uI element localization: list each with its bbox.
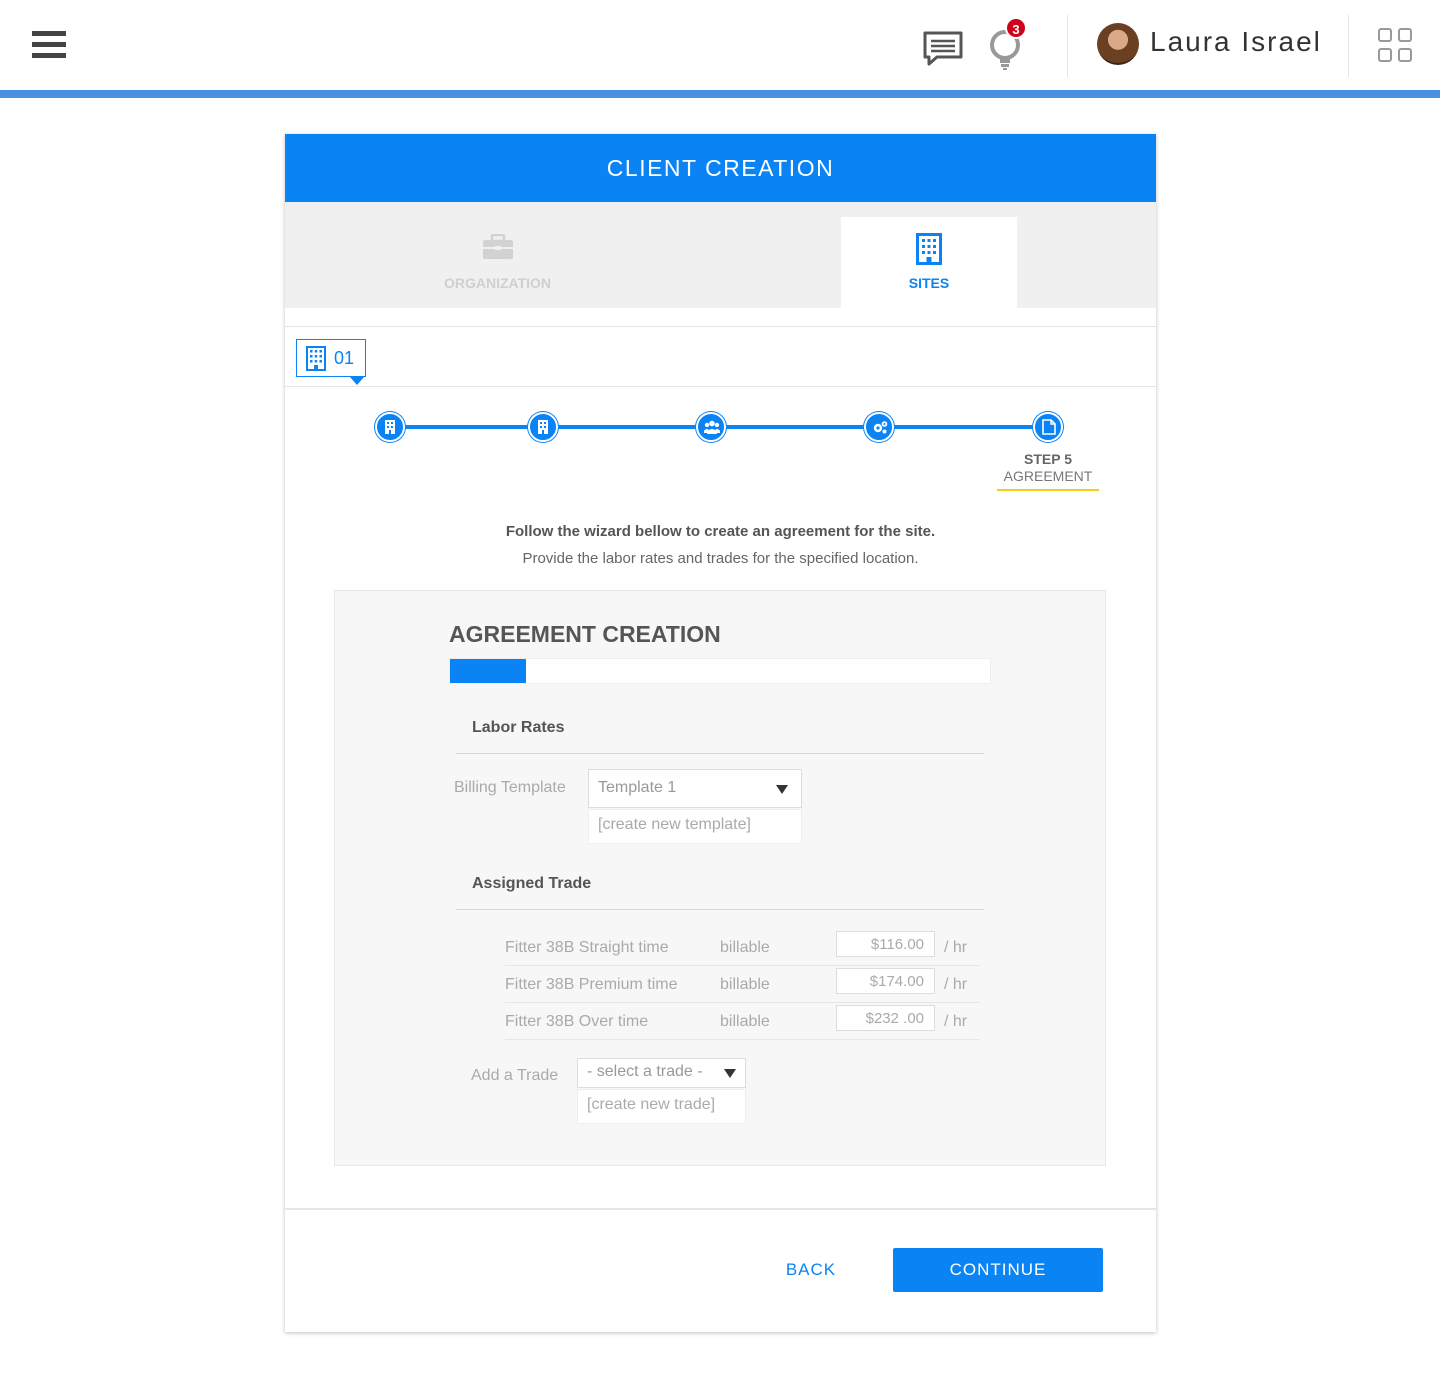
labor-rates-title: Labor Rates [472, 719, 565, 736]
site-selector-row: 01 [285, 326, 1156, 387]
rate-unit: / hr [944, 939, 968, 956]
intro-subtext: Provide the labor rates and trades for t… [522, 550, 919, 567]
people-icon [704, 420, 720, 434]
step-2-dot[interactable] [528, 412, 558, 442]
tabs-bar: ORGANIZATION SITES [285, 202, 1156, 308]
trade-name: Fitter 38B Over time [505, 1013, 649, 1030]
trade-billing: billable [720, 976, 770, 993]
step-3-dot[interactable] [696, 412, 726, 442]
site-number: 01 [334, 348, 355, 368]
chip-pointer [350, 377, 364, 385]
hamburger-menu-icon[interactable] [32, 31, 66, 59]
add-trade-select[interactable]: - select a trade - [577, 1058, 746, 1088]
rate-unit: / hr [944, 1013, 968, 1030]
trade-billing: billable [720, 1013, 770, 1030]
intro-heading: Follow the wizard bellow to create an ag… [505, 523, 936, 540]
site-chip-01[interactable]: 01 [296, 339, 366, 385]
rate-unit: / hr [944, 976, 968, 993]
step-name: AGREEMENT [1003, 468, 1093, 484]
section-divider [456, 753, 984, 754]
agreement-title: AGREEMENT CREATION [449, 621, 721, 647]
trade-name: Fitter 38B Premium time [505, 976, 678, 993]
section-divider [456, 909, 984, 910]
avatar[interactable] [1097, 23, 1139, 65]
step-5-dot[interactable] [1033, 412, 1063, 442]
topbar-accent-line [0, 90, 1440, 98]
tab-sites-label: SITES [908, 275, 950, 291]
building-icon [306, 346, 326, 371]
create-trade-link[interactable]: [create new trade] [577, 1089, 746, 1124]
client-creation-card: CLIENT CREATION ORGANIZATION SITES 01 ST… [285, 134, 1156, 1332]
step-number: STEP 5 [1024, 451, 1072, 467]
step-1-dot[interactable] [375, 412, 405, 442]
step-4-dot[interactable] [864, 412, 894, 442]
building-icon [538, 420, 548, 434]
card-title: CLIENT CREATION [285, 134, 1156, 202]
tab-sites[interactable]: SITES [841, 217, 1017, 308]
briefcase-icon [483, 234, 513, 259]
assigned-trade-title: Assigned Trade [472, 875, 592, 892]
tab-organization[interactable]: ORGANIZATION [285, 202, 710, 308]
trade-rate-input[interactable] [836, 931, 935, 957]
back-button[interactable]: BACK [765, 1248, 857, 1292]
step-underline [997, 489, 1099, 491]
building-icon [385, 420, 395, 434]
billing-template-select[interactable]: Template 1 [588, 769, 802, 808]
building-icon [916, 233, 942, 265]
chat-icon[interactable] [922, 30, 964, 66]
trade-row: Fitter 38B Over time billable / hr [505, 1003, 980, 1040]
trade-row: Fitter 38B Straight time billable / hr [505, 929, 980, 966]
trade-name: Fitter 38B Straight time [505, 939, 669, 956]
divider [1067, 15, 1068, 77]
user-name[interactable]: Laura Israel [1150, 26, 1322, 58]
tab-organization-label: ORGANIZATION [443, 275, 552, 291]
notification-badge: 3 [1005, 17, 1027, 39]
top-bar: 3 Laura Israel [0, 0, 1440, 90]
footer-divider [285, 1208, 1156, 1210]
create-template-link[interactable]: [create new template] [588, 809, 802, 844]
active-step-label: STEP 5 AGREEMENT [997, 451, 1099, 484]
agreement-panel: AGREEMENT CREATION Labor Rates Billing T… [334, 590, 1106, 1166]
continue-button[interactable]: CONTINUE [893, 1248, 1103, 1292]
billing-template-label: Billing Template [454, 779, 566, 796]
progress-fill [450, 659, 526, 683]
billing-template-value: Template 1 [598, 779, 677, 796]
trade-row: Fitter 38B Premium time billable / hr [505, 966, 980, 1003]
document-icon [1042, 419, 1056, 435]
add-trade-label: Add a Trade [471, 1067, 559, 1084]
trade-rate-input[interactable] [836, 968, 935, 994]
agreement-progress-bar [449, 658, 991, 684]
chevron-down-icon [776, 785, 788, 794]
add-trade-placeholder: - select a trade - [587, 1063, 703, 1080]
apps-grid-icon[interactable] [1378, 28, 1412, 62]
gears-icon [873, 421, 888, 434]
trade-billing: billable [720, 939, 770, 956]
divider [1348, 15, 1349, 77]
trade-rate-input[interactable] [836, 1005, 935, 1031]
chevron-down-icon [724, 1069, 736, 1078]
